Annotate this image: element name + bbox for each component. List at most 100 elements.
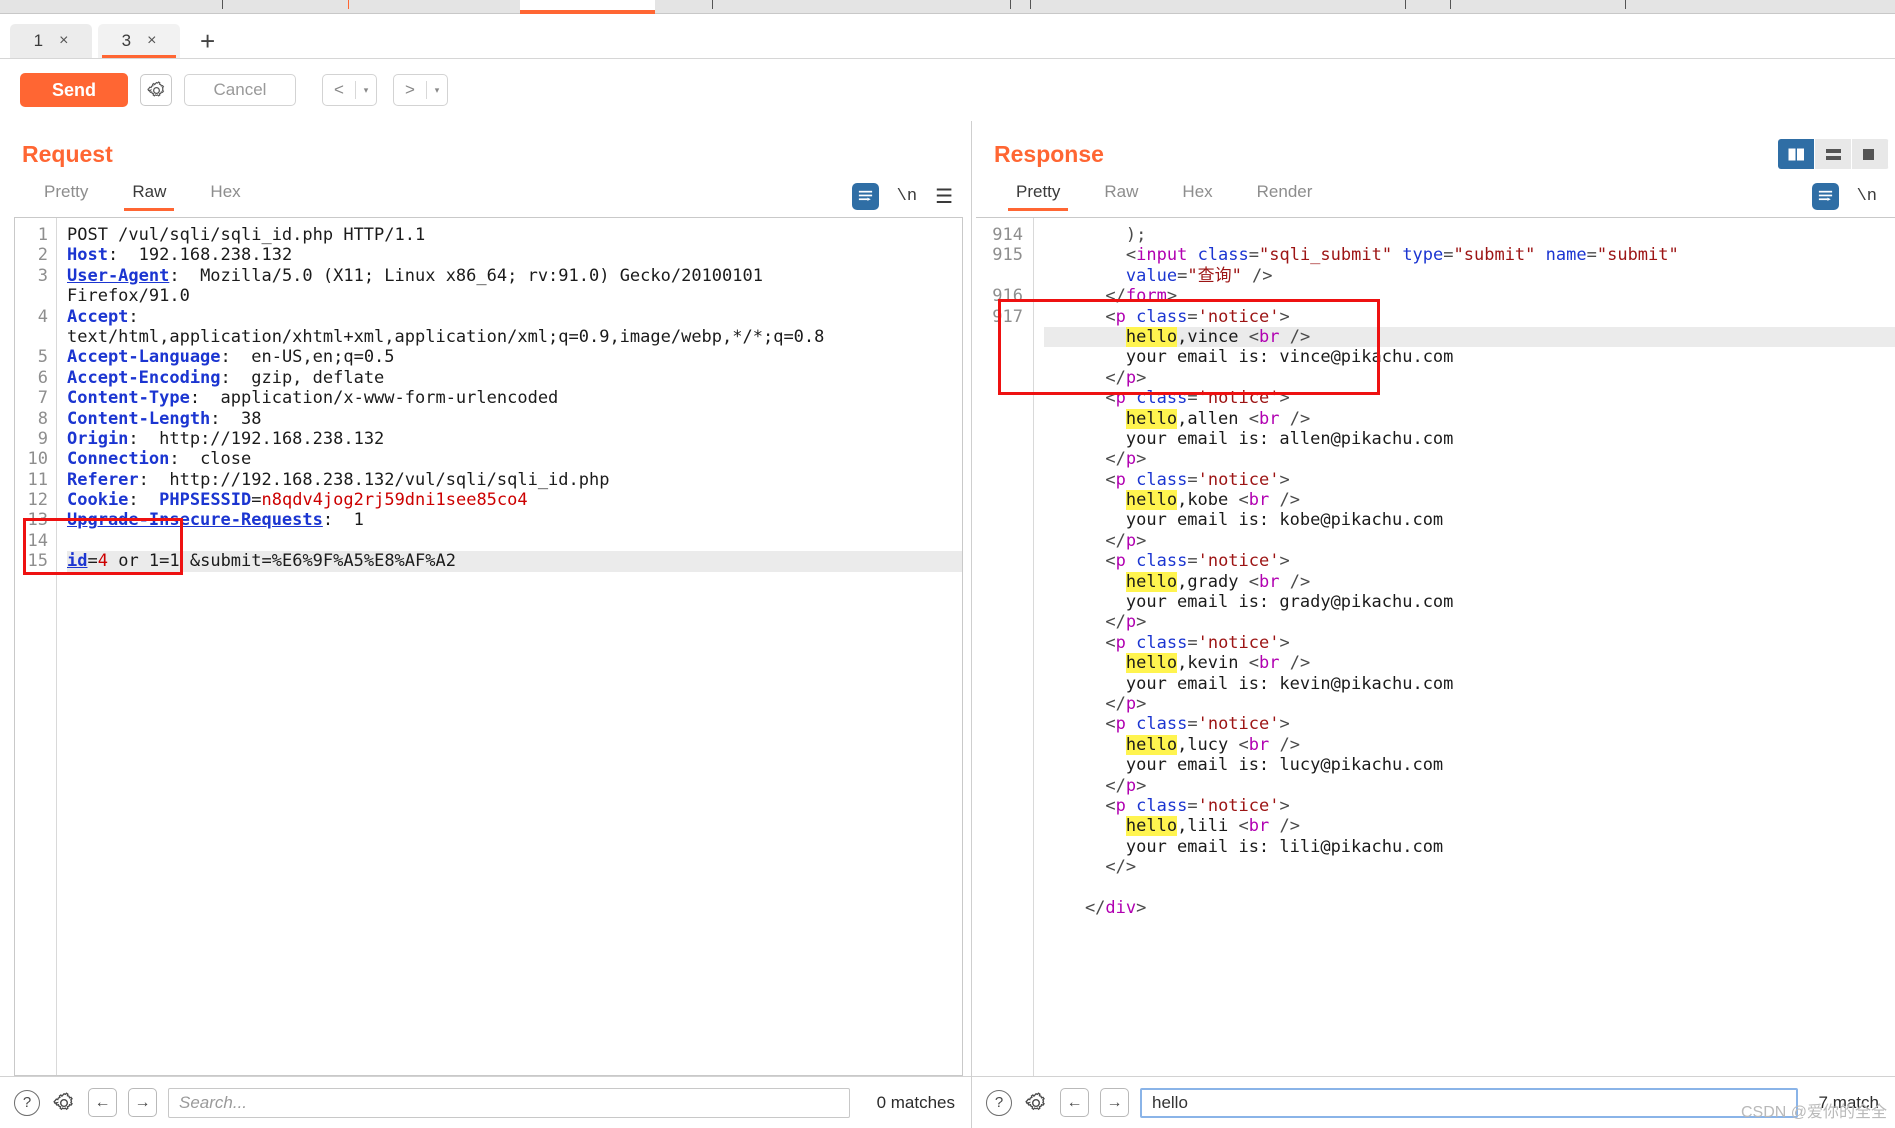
code-line: </p> <box>1044 693 1147 714</box>
line-number <box>976 612 1023 632</box>
layout-single-pane-button[interactable] <box>1852 139 1889 169</box>
code-line: Accept-Language: en-US,en;q=0.5 <box>67 347 395 368</box>
code-line: </div> <box>1044 897 1147 918</box>
line-number: 13 <box>27 510 48 531</box>
code-line: Firefox/91.0 <box>67 286 190 307</box>
code-line: ); <box>1044 225 1147 245</box>
upper-tab-bar-sliver <box>0 0 1895 16</box>
response-body-text[interactable]: ); <input class="sqli_submit" type="subm… <box>1034 218 1895 1076</box>
line-number: 10 <box>27 449 48 470</box>
repeater-tab-1[interactable]: 1 × <box>10 24 92 58</box>
close-icon[interactable]: × <box>59 32 68 50</box>
line-number: 5 <box>37 347 48 368</box>
tab-request-pretty[interactable]: Pretty <box>22 176 110 211</box>
code-line: <p class='notice'> <box>1044 632 1290 653</box>
send-button[interactable]: Send <box>20 73 128 107</box>
line-number: 915 <box>992 245 1023 266</box>
chevron-down-icon[interactable]: ▾ <box>427 85 447 96</box>
request-editor[interactable]: 123 4 5 6 7 8 9 10 11 12 13 14 15 POST /vul/sqli/s… <box>14 217 963 1076</box>
search-settings-gear[interactable] <box>51 1090 77 1116</box>
code-line: <input class="sqli_submit" type="submit"… <box>1044 245 1679 266</box>
code-line: Content-Length: 38 <box>67 408 262 429</box>
add-tab-button[interactable]: + <box>186 28 229 58</box>
response-search-input[interactable] <box>1140 1087 1798 1118</box>
line-number: 12 <box>27 490 48 511</box>
code-line: hello,kevin <br /> <box>1125 653 1311 674</box>
request-body-text[interactable]: POST /vul/sqli/sqli_id.php HTTP/1.1 Host:… <box>57 218 962 1075</box>
code-line: hello,lucy <br /> <box>1125 734 1300 755</box>
word-wrap-toggle[interactable] <box>851 183 879 210</box>
single-pane-icon <box>1862 148 1874 160</box>
response-editor[interactable]: 914 915 916 917 ); <input class="sqli_subm… <box>976 217 1895 1076</box>
settings-gear-button[interactable] <box>140 74 172 106</box>
line-number <box>976 674 1023 694</box>
search-prev-button[interactable]: ← <box>1060 1088 1089 1117</box>
request-view-tabs: Pretty Raw Hex <box>22 176 263 211</box>
search-prev-button[interactable]: ← <box>88 1088 117 1117</box>
line-number <box>976 551 1023 571</box>
chevron-down-icon[interactable]: ▾ <box>356 85 376 96</box>
search-settings-gear[interactable] <box>1023 1090 1049 1116</box>
help-icon[interactable]: ? <box>14 1089 40 1116</box>
repeater-tab-3-label: 3 <box>121 31 132 50</box>
tab-response-hex[interactable]: Hex <box>1160 176 1234 211</box>
line-number <box>976 572 1023 592</box>
repeater-tab-3[interactable]: 3 × <box>98 24 180 58</box>
line-number: 7 <box>37 388 48 409</box>
request-search-input[interactable] <box>168 1087 850 1118</box>
show-newlines-toggle[interactable]: \n <box>1857 187 1877 206</box>
hamburger-menu-icon[interactable]: ☰ <box>935 184 953 209</box>
prev-request-button-group[interactable]: < ▾ <box>322 74 377 106</box>
code-line: <p class='notice'> <box>1044 388 1290 409</box>
line-number <box>976 266 1023 286</box>
word-wrap-icon <box>1818 190 1832 201</box>
line-number <box>976 368 1023 388</box>
search-next-button[interactable]: → <box>1100 1088 1129 1117</box>
next-request-button-group[interactable]: > ▾ <box>393 74 448 106</box>
line-number: 11 <box>27 469 48 490</box>
tab-response-pretty[interactable]: Pretty <box>994 176 1082 211</box>
tab-response-raw[interactable]: Raw <box>1082 176 1160 211</box>
gear-icon <box>146 80 164 97</box>
close-icon[interactable]: × <box>147 32 156 50</box>
repeater-action-toolbar: Send Cancel < ▾ > ▾ <box>0 59 1895 121</box>
line-number <box>976 510 1023 530</box>
code-line: Upgrade-Insecure-Requests: 1 <box>67 510 364 531</box>
tab-request-raw[interactable]: Raw <box>110 176 188 211</box>
next-arrow-icon[interactable]: > <box>394 80 426 100</box>
layout-vertical-split-button[interactable] <box>1778 139 1815 169</box>
code-line: User-Agent: Mozilla/5.0 (X11; Linux x86_… <box>67 265 763 286</box>
request-match-count: 0 matches <box>876 1092 955 1112</box>
line-number: 15 <box>27 551 48 572</box>
line-number: 9 <box>37 428 48 449</box>
line-number: 1 <box>37 225 48 245</box>
line-number <box>976 531 1023 551</box>
request-pane-tools: \n ☰ <box>851 183 953 210</box>
word-wrap-toggle[interactable] <box>1811 183 1839 210</box>
code-line: Content-Type: application/x-www-form-url… <box>67 388 559 409</box>
line-number <box>976 388 1023 408</box>
tab-response-render[interactable]: Render <box>1235 176 1335 211</box>
help-icon[interactable]: ? <box>986 1089 1012 1116</box>
code-line: </p> <box>1044 530 1147 551</box>
code-line: </p> <box>1044 449 1147 470</box>
line-number <box>15 327 48 347</box>
line-number <box>976 429 1023 449</box>
prev-arrow-icon[interactable]: < <box>323 80 355 100</box>
line-number: 916 <box>992 286 1023 307</box>
line-number: 914 <box>992 225 1023 245</box>
search-next-button[interactable]: → <box>128 1088 157 1117</box>
request-pane-title: Request <box>22 141 113 167</box>
line-number <box>976 327 1023 347</box>
layout-horizontal-split-button[interactable] <box>1815 139 1852 169</box>
show-newlines-toggle[interactable]: \n <box>897 187 917 206</box>
request-line-numbers: 123 4 5 6 7 8 9 10 11 12 13 14 15 <box>15 218 57 1075</box>
line-number: 3 <box>37 265 48 286</box>
line-number <box>976 714 1023 734</box>
tab-request-hex[interactable]: Hex <box>188 176 262 211</box>
cancel-button[interactable]: Cancel <box>184 74 296 106</box>
code-line: </p> <box>1044 612 1147 633</box>
code-line: your email is: vince@pikachu.com <box>1044 347 1454 368</box>
